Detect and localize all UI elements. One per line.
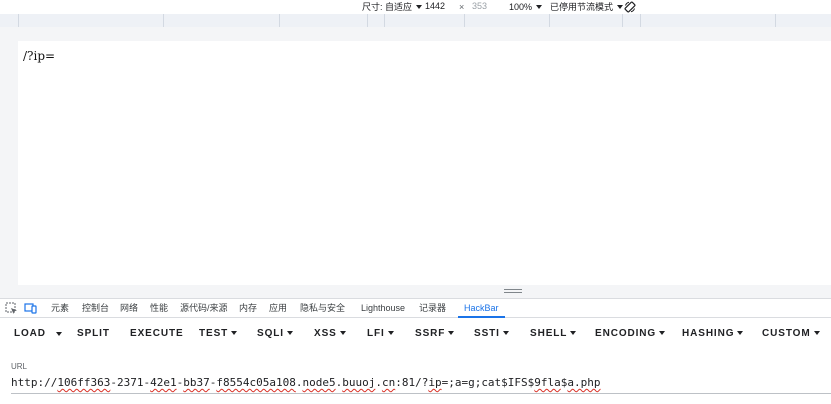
- chevron-down-icon: [570, 331, 577, 336]
- drag-handle-icon[interactable]: [504, 289, 522, 293]
- ssrf-label: SSRF: [415, 328, 446, 339]
- url-part-spellcheck: node5: [302, 376, 336, 389]
- url-part-spellcheck: buuoj: [342, 376, 376, 389]
- lfi-label: LFI: [367, 328, 385, 339]
- url-part: =;a=g;cat$IFS$: [441, 376, 535, 389]
- device-toolbar: 尺寸: 自适应 1442 × 353 100% 已停用节流模式: [0, 0, 831, 13]
- url-part-spellcheck: f8554c05a108: [216, 376, 296, 389]
- chevron-down-icon: [339, 331, 346, 336]
- dimensions-label: 尺寸: 自适应: [362, 2, 413, 12]
- ssti-menu-button[interactable]: SSTI: [474, 319, 509, 349]
- tab-recorder[interactable]: 记录器: [419, 299, 446, 318]
- tab-performance[interactable]: 性能: [150, 299, 168, 318]
- url-input[interactable]: http://106ff363-2371-42e1-bb37-f8554c05a…: [11, 376, 601, 389]
- tab-application[interactable]: 应用: [269, 299, 287, 318]
- chevron-down-icon: [448, 331, 455, 336]
- height-input[interactable]: 353: [469, 1, 503, 12]
- dimensions-dropdown[interactable]: 尺寸: 自适应: [362, 0, 423, 13]
- load-options-caret-icon[interactable]: [56, 332, 62, 336]
- url-part: .: [375, 376, 382, 389]
- url-part-spellcheck: 106ff363: [57, 376, 111, 389]
- encoding-menu-button[interactable]: ENCODING: [595, 319, 666, 349]
- shell-label: SHELL: [530, 328, 568, 339]
- url-part-spellcheck: 42e1: [150, 376, 177, 389]
- rotate-button[interactable]: [624, 0, 636, 13]
- zoom-value: 100%: [509, 1, 533, 12]
- url-part-spellcheck: ip: [428, 376, 442, 389]
- url-input-underline: [11, 393, 831, 394]
- ssrf-menu-button[interactable]: SSRF: [415, 319, 455, 349]
- tab-lighthouse[interactable]: Lighthouse: [361, 299, 405, 318]
- url-part: :81/?: [395, 376, 429, 389]
- chevron-down-icon: [813, 331, 820, 336]
- xss-label: XSS: [314, 328, 337, 339]
- url-part-spellcheck: cn: [381, 376, 396, 389]
- tab-console[interactable]: 控制台: [82, 299, 109, 318]
- load-label: LOAD: [14, 328, 46, 339]
- chevron-down-icon: [737, 331, 744, 336]
- encoding-label: ENCODING: [595, 328, 657, 339]
- chevron-down-icon: [617, 4, 624, 9]
- chevron-down-icon: [659, 331, 666, 336]
- split-button[interactable]: SPLIT: [77, 319, 110, 349]
- url-label: URL: [11, 362, 28, 371]
- throttle-dropdown[interactable]: 已停用节流模式: [550, 0, 624, 13]
- hackbar-toolbar: LOAD SPLIT EXECUTE TEST SQLI XSS LFI SSR…: [0, 319, 831, 349]
- chevron-down-icon: [231, 331, 238, 336]
- throttle-value: 已停用节流模式: [550, 2, 614, 12]
- shell-menu-button[interactable]: SHELL: [530, 319, 577, 349]
- devtools-tab-bar: 元素 控制台 网络 性能 源代码/来源 内存 应用 隐私与安全 Lighthou…: [0, 298, 831, 318]
- width-input-wrap: 1442: [420, 0, 456, 13]
- tab-sources[interactable]: 源代码/来源: [180, 299, 228, 318]
- load-button[interactable]: LOAD: [14, 319, 46, 349]
- sqli-label: SQLI: [257, 328, 284, 339]
- xss-menu-button[interactable]: XSS: [314, 319, 346, 349]
- zoom-dropdown[interactable]: 100%: [509, 0, 543, 13]
- tab-elements[interactable]: 元素: [51, 299, 69, 318]
- times-separator: ×: [459, 1, 465, 12]
- custom-menu-button[interactable]: CUSTOM: [762, 319, 820, 349]
- chevron-down-icon: [536, 4, 543, 9]
- page-body-text: /?ip=: [23, 49, 56, 63]
- hashing-label: HASHING: [682, 328, 735, 339]
- test-label: TEST: [199, 328, 229, 339]
- execute-button[interactable]: EXECUTE: [130, 319, 184, 349]
- device-toggle-icon[interactable]: [24, 302, 37, 315]
- url-part-spellcheck: a.php: [567, 376, 601, 389]
- inspect-element-icon[interactable]: [5, 302, 18, 315]
- media-query-bar[interactable]: [0, 14, 831, 27]
- rotate-icon: [624, 1, 636, 12]
- tab-privacy-security[interactable]: 隐私与安全: [300, 299, 345, 318]
- hashing-menu-button[interactable]: HASHING: [682, 319, 744, 349]
- split-label: SPLIT: [77, 328, 110, 339]
- tab-memory[interactable]: 内存: [239, 299, 257, 318]
- url-part: -2371-: [110, 376, 151, 389]
- execute-label: EXECUTE: [130, 328, 184, 339]
- ssti-label: SSTI: [474, 328, 500, 339]
- width-input[interactable]: 1442: [420, 1, 456, 12]
- height-input-wrap: 353: [469, 0, 503, 13]
- tab-hackbar[interactable]: HackBar: [458, 299, 505, 318]
- chevron-down-icon: [387, 331, 394, 336]
- page-viewport: /?ip=: [18, 41, 831, 285]
- chevron-down-icon: [502, 331, 509, 336]
- url-part-spellcheck: bb37: [183, 376, 210, 389]
- lfi-menu-button[interactable]: LFI: [367, 319, 394, 349]
- custom-label: CUSTOM: [762, 328, 811, 339]
- chevron-down-icon: [286, 331, 293, 336]
- sqli-menu-button[interactable]: SQLI: [257, 319, 293, 349]
- tab-network[interactable]: 网络: [120, 299, 138, 318]
- test-menu-button[interactable]: TEST: [199, 319, 238, 349]
- url-part-spellcheck: 9fla: [534, 376, 561, 389]
- panel-splitter[interactable]: [0, 285, 831, 298]
- url-part: http://: [11, 376, 58, 389]
